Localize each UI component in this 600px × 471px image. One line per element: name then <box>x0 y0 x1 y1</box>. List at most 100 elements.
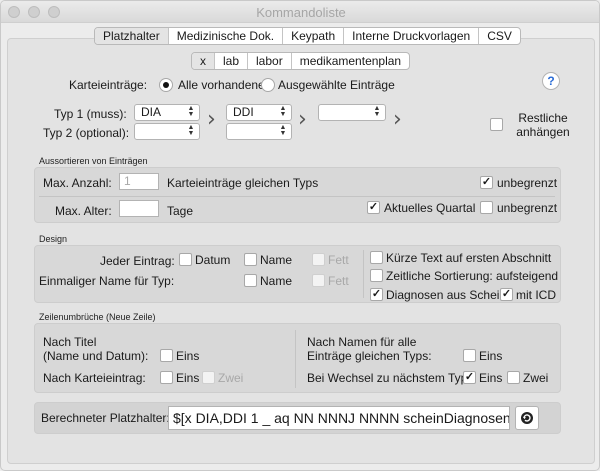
title-bar: Kommandoliste <box>1 1 599 23</box>
name-label: Name <box>260 253 293 267</box>
window: Kommandoliste Platzhalter Medizinische D… <box>0 0 600 471</box>
updown-arrows-icon: ▲ ▼ <box>279 124 287 137</box>
shorten-text-checkbox[interactable] <box>370 251 383 264</box>
on-change-two-label: Zwei <box>523 371 549 385</box>
tab-labor[interactable]: labor <box>248 53 292 69</box>
with-icd-checkbox[interactable]: ✓ <box>500 288 513 301</box>
computed-value-field[interactable]: $[x DIA,DDI 1 _ aq NN NNNJ NNNN scheinDi… <box>168 406 510 430</box>
on-change-two-checkbox[interactable] <box>507 371 520 384</box>
tab-csv[interactable]: CSV <box>479 28 520 44</box>
entries-label: Karteieinträge: <box>69 78 148 92</box>
chevron-right-icon: › <box>393 107 402 132</box>
chevron-right-icon: › <box>298 107 307 132</box>
after-names-sub-label: Einträge gleichen Typs: <box>307 349 432 363</box>
tab-lab[interactable]: lab <box>215 53 249 69</box>
after-names-one-checkbox[interactable] <box>463 349 476 362</box>
chevron-right-icon: › <box>207 107 216 132</box>
unlimited-age-label: unbegrenzt <box>497 201 558 215</box>
max-count-label: Max. Anzahl: <box>43 176 112 190</box>
after-title-one-label: Eins <box>176 349 200 363</box>
each-entry-label: Jeder Eintrag: <box>100 254 175 268</box>
rest-attach-label: Restliche anhängen <box>516 111 570 139</box>
updown-arrows-icon: ▲ ▼ <box>279 105 287 118</box>
tab-medikamentenplan[interactable]: medikamentenplan <box>292 53 409 69</box>
sort-group-title: Aussortieren von Einträgen <box>39 156 148 166</box>
radio-selected-entries[interactable] <box>261 78 275 92</box>
main-tab-bar: Platzhalter Medizinische Dok. Keypath In… <box>94 27 521 45</box>
refresh-button[interactable] <box>515 406 539 430</box>
time-sort-label: Zeitliche Sortierung: aufsteigend <box>386 269 559 283</box>
after-names-one-label: Eins <box>479 349 503 363</box>
max-count-field[interactable]: 1 <box>119 173 159 190</box>
updown-arrows-icon: ▲ ▼ <box>187 105 195 118</box>
computed-label: Berechneter Platzhalter: <box>41 411 170 425</box>
on-change-one-label: Eins <box>479 371 503 385</box>
type1-popup-2[interactable]: DDI ▲ ▼ <box>226 104 292 121</box>
tab-interne-druckvorlagen[interactable]: Interne Druckvorlagen <box>344 28 480 44</box>
date-checkbox[interactable] <box>179 253 192 266</box>
tab-medizinische-dok[interactable]: Medizinische Dok. <box>169 28 284 44</box>
sub-tab-bar: x lab labor medikamentenplan <box>191 52 411 70</box>
diagnoses-label: Diagnosen aus Schein <box>386 288 507 302</box>
current-quarter-label: Aktuelles Quartal <box>384 201 476 215</box>
radio-all-entries[interactable] <box>159 78 173 92</box>
type1-popup-3[interactable]: ▲ ▼ <box>318 104 386 121</box>
divider <box>295 330 296 388</box>
breaks-group-title: Zeilenumbrüche (Neue Zeile) <box>39 312 156 322</box>
on-change-label: Bei Wechsel zu nächstem Typ: <box>307 371 471 385</box>
bold-type-checkbox[interactable] <box>312 274 325 287</box>
after-title-sub-label: (Name und Datum): <box>43 349 149 363</box>
date-label: Datum <box>195 253 231 267</box>
after-entry-two-checkbox[interactable] <box>202 371 215 384</box>
type1-popup-1[interactable]: DIA ▲ ▼ <box>134 104 200 121</box>
type1-popup-2-value: DDI <box>233 105 254 119</box>
max-age-label: Max. Alter: <box>55 204 112 218</box>
divider <box>363 250 364 298</box>
time-sort-checkbox[interactable] <box>370 269 383 282</box>
type1-label: Typ 1 (muss): <box>54 107 127 121</box>
once-name-checkbox[interactable] <box>244 274 257 287</box>
with-icd-label: mit ICD <box>516 288 556 302</box>
after-title-one-checkbox[interactable] <box>160 349 173 362</box>
count-unit-label: Karteieinträge gleichen Typs <box>167 176 319 190</box>
tab-x[interactable]: x <box>192 53 215 69</box>
after-entry-one-checkbox[interactable] <box>160 371 173 384</box>
after-entry-label: Nach Karteieintrag: <box>43 371 146 385</box>
name-checkbox[interactable] <box>244 253 257 266</box>
age-unit-label: Tage <box>167 204 194 218</box>
help-button[interactable]: ? <box>542 72 560 90</box>
rest-attach-checkbox[interactable] <box>490 118 503 131</box>
radio-selected-dot <box>163 82 169 88</box>
after-title-label: Nach Titel <box>43 335 97 349</box>
unlimited-count-label: unbegrenzt <box>497 176 558 190</box>
type2-label: Typ 2 (optional): <box>43 126 130 140</box>
type2-popup-1[interactable]: ▲ ▼ <box>134 123 200 140</box>
shorten-text-label: Kürze Text auf ersten Abschnitt <box>386 251 552 265</box>
unlimited-age-checkbox[interactable] <box>480 201 493 214</box>
divider <box>39 196 555 197</box>
unlimited-count-checkbox[interactable]: ✓ <box>480 176 493 189</box>
window-title: Kommandoliste <box>256 5 346 20</box>
max-age-field[interactable] <box>119 200 159 217</box>
radio-selected-entries-label: Ausgewählte Einträge <box>278 78 395 92</box>
bold-label: Fett <box>328 253 349 267</box>
bold-checkbox[interactable] <box>312 253 325 266</box>
after-names-label: Nach Namen für alle <box>307 335 417 349</box>
refresh-icon <box>521 412 533 424</box>
once-name-label: Einmaliger Name für Typ: <box>39 274 175 288</box>
after-entry-one-label: Eins <box>176 371 200 385</box>
type2-popup-2[interactable]: ▲ ▼ <box>226 123 292 140</box>
current-quarter-checkbox[interactable]: ✓ <box>367 201 380 214</box>
design-group-title: Design <box>39 234 68 244</box>
tab-keypath[interactable]: Keypath <box>283 28 345 44</box>
tab-platzhalter[interactable]: Platzhalter <box>95 28 169 44</box>
updown-arrows-icon: ▲ ▼ <box>187 124 195 137</box>
once-name-checkbox-label: Name <box>260 274 293 288</box>
after-entry-two-label: Zwei <box>218 371 244 385</box>
diagnoses-checkbox[interactable]: ✓ <box>370 288 383 301</box>
type1-popup-1-value: DIA <box>141 105 162 119</box>
updown-arrows-icon: ▲ ▼ <box>373 105 381 118</box>
radio-all-entries-label: Alle vorhandenen <box>178 78 272 92</box>
bold-type-label: Fett <box>328 274 349 288</box>
on-change-one-checkbox[interactable]: ✓ <box>463 371 476 384</box>
